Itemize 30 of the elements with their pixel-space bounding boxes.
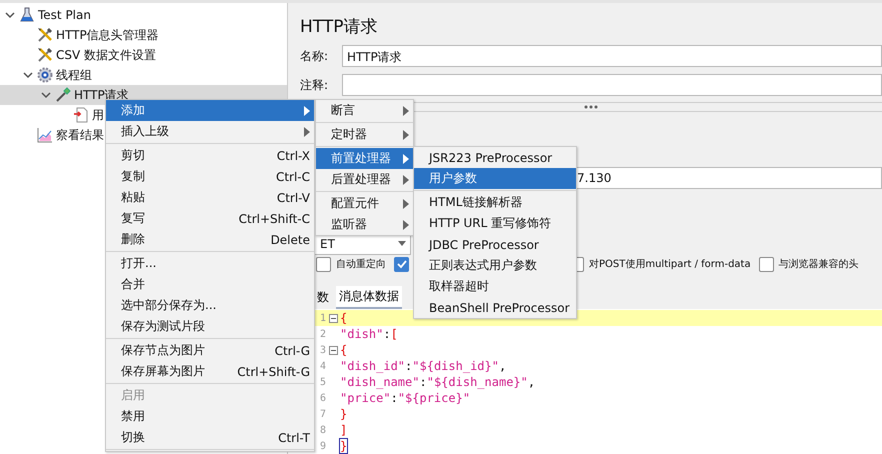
line-number: 8	[318, 424, 326, 436]
checkbox-label: 自动重定向	[336, 258, 386, 272]
line-number: 3	[318, 344, 326, 356]
tree-label: 线程组	[56, 66, 92, 84]
checkbox-label: 对POST使用multipart / form-data	[589, 258, 751, 272]
line-number: 7	[318, 408, 326, 420]
tree-label: 察看结果	[56, 126, 104, 144]
code-line: {	[340, 311, 348, 325]
line-number: 1	[318, 312, 326, 324]
panel-title: HTTP请求	[300, 16, 379, 38]
code-line: "dish":[	[340, 327, 398, 341]
field-label: 名称:	[300, 48, 330, 65]
line-number: 2	[318, 328, 326, 340]
checkbox-label: 与浏览器兼容的头	[778, 258, 859, 272]
tree-label: Test Plan	[38, 8, 91, 22]
field-label: 注释:	[300, 76, 330, 94]
line-number: 5	[318, 376, 326, 388]
line-number: 6	[318, 392, 326, 404]
line-number: 4	[318, 360, 326, 372]
tree-label: CSV 数据文件设置	[56, 46, 156, 64]
tree-label: 用	[92, 106, 104, 124]
tree-label: HTTP信息头管理器	[56, 26, 159, 44]
code-line: }	[340, 439, 348, 453]
code-line: {	[340, 343, 348, 357]
code-line: }	[340, 407, 348, 421]
line-number: 9	[318, 440, 326, 452]
code-line: "price":"${price}"	[340, 391, 470, 405]
code-line: "dish_id":"${dish_id}",	[340, 359, 506, 373]
code-line: "dish_name":"${dish_name}",	[340, 375, 536, 389]
code-line: ]	[340, 423, 348, 437]
